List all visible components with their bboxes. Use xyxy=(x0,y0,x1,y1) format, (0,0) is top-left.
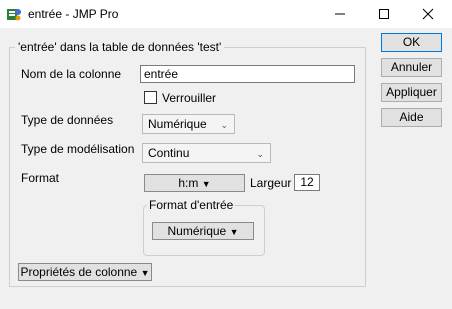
window-title: entrée - JMP Pro xyxy=(28,7,119,21)
triangle-down-icon: ▼ xyxy=(201,179,211,189)
chevron-down-icon: ⌄ xyxy=(220,120,228,130)
help-button[interactable]: Aide xyxy=(381,108,442,127)
triangle-down-icon: ▼ xyxy=(229,227,239,237)
format-menu-button[interactable]: h:m ▼ xyxy=(144,174,245,192)
title-bar: entrée - JMP Pro xyxy=(0,0,452,28)
input-format-label: Format d'entrée xyxy=(147,198,236,212)
model-type-select[interactable]: Continu ⌄ xyxy=(142,143,271,163)
width-input[interactable]: 12 xyxy=(294,174,320,191)
data-type-select[interactable]: Numérique ⌄ xyxy=(142,114,235,134)
lock-label: Verrouiller xyxy=(162,91,217,105)
maximize-button[interactable] xyxy=(362,0,406,28)
apply-button[interactable]: Appliquer xyxy=(381,83,442,102)
column-name-label: Nom de la colonne xyxy=(21,67,122,81)
close-button[interactable] xyxy=(406,0,450,28)
input-format-menu-button[interactable]: Numérique ▼ xyxy=(152,222,254,240)
cancel-button[interactable]: Annuler xyxy=(381,58,442,77)
maximize-icon xyxy=(379,9,389,19)
model-type-value: Continu xyxy=(148,146,190,160)
width-label: Largeur xyxy=(250,176,292,190)
lock-checkbox[interactable] xyxy=(144,91,157,104)
format-label: Format xyxy=(21,171,60,185)
triangle-down-icon: ▼ xyxy=(140,268,150,278)
group-title: 'entrée' dans la table de données 'test' xyxy=(15,40,225,54)
model-type-label: Type de modélisation xyxy=(21,142,135,156)
close-icon xyxy=(422,8,434,20)
minimize-button[interactable] xyxy=(318,0,362,28)
column-properties-button[interactable]: Propriétés de colonne ▼ xyxy=(18,263,152,281)
input-format-value: Numérique xyxy=(167,224,227,238)
minimize-icon xyxy=(335,13,345,15)
data-type-value: Numérique xyxy=(148,117,207,131)
format-value: h:m xyxy=(178,176,199,190)
jmp-app-icon xyxy=(7,9,21,21)
chevron-down-icon: ⌄ xyxy=(256,149,264,159)
data-type-label: Type de données xyxy=(21,113,114,127)
column-name-input[interactable]: entrée xyxy=(140,65,355,83)
ok-button[interactable]: OK xyxy=(381,33,442,52)
column-properties-label: Propriétés de colonne xyxy=(20,265,138,279)
